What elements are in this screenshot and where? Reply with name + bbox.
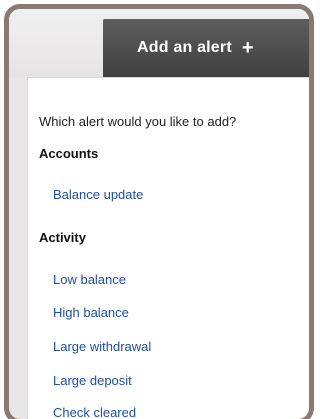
alert-option-balance-update[interactable]: Balance update bbox=[53, 187, 143, 202]
alert-option-low-balance[interactable]: Low balance bbox=[53, 272, 126, 287]
alert-options-panel: Which alert would you like to add? Accou… bbox=[27, 77, 309, 419]
alert-option-large-withdrawal[interactable]: Large withdrawal bbox=[53, 339, 151, 354]
alert-option-check-cleared[interactable]: Check cleared bbox=[53, 405, 136, 419]
top-bar: Add an alert + bbox=[9, 9, 309, 77]
plus-icon: + bbox=[241, 37, 254, 59]
section-accounts-heading: Accounts bbox=[39, 146, 99, 161]
alerts-window-frame: Add an alert + Which alert would you lik… bbox=[4, 4, 314, 419]
add-alert-label: Add an alert bbox=[137, 39, 232, 56]
alert-option-high-balance[interactable]: High balance bbox=[53, 305, 129, 320]
alert-prompt: Which alert would you like to add? bbox=[39, 114, 237, 129]
add-alert-button[interactable]: Add an alert + bbox=[103, 19, 309, 77]
section-activity-heading: Activity bbox=[39, 230, 86, 245]
alert-option-large-deposit[interactable]: Large deposit bbox=[53, 373, 132, 388]
